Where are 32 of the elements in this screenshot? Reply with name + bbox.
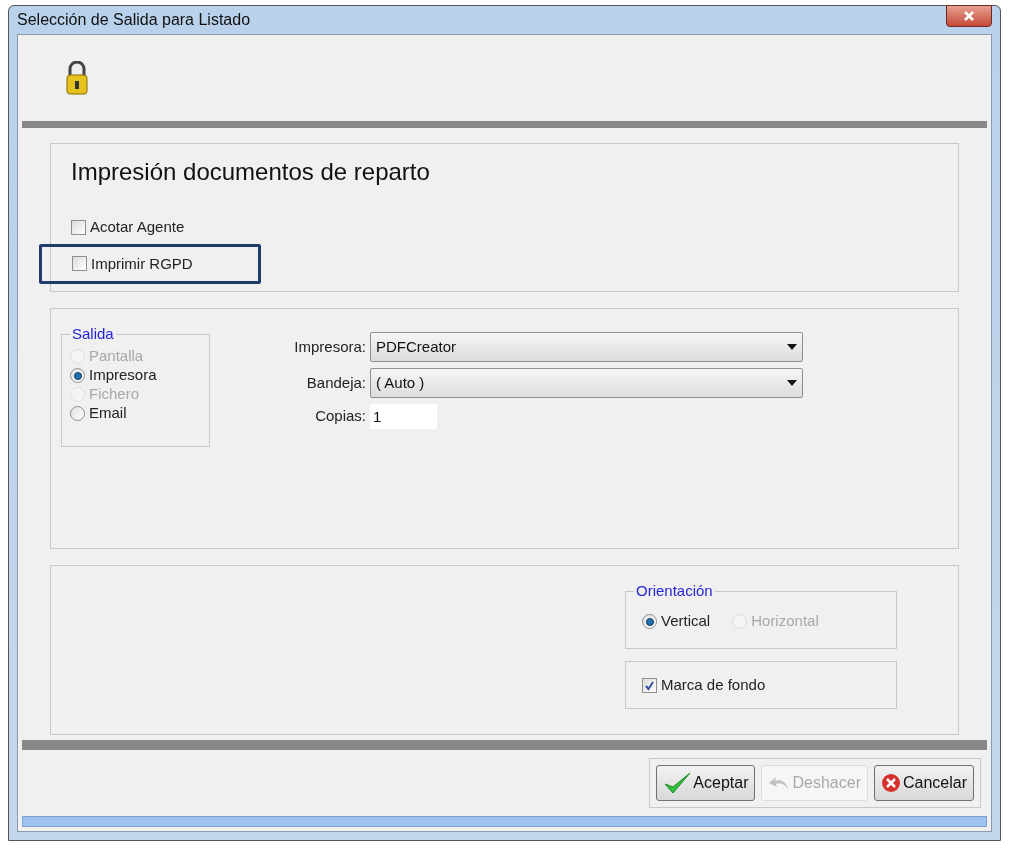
input-field[interactable]: 1	[370, 404, 437, 429]
radio-label: Horizontal	[751, 611, 819, 632]
checkbox[interactable]	[72, 256, 87, 272]
close-button[interactable]	[946, 5, 992, 27]
checkbox-label: Marca de fondo	[661, 674, 766, 695]
checkbox[interactable]	[71, 219, 86, 235]
field-label: Impresora:	[293, 336, 366, 357]
dialog-button[interactable]: Cancelar	[873, 765, 974, 801]
checkbox-label: Imprimir RGPD	[91, 253, 193, 274]
section-heading: Impresión documentos de reparto	[71, 157, 431, 187]
dropdown[interactable]: PDFCreator	[370, 332, 803, 362]
dropdown[interactable]: ( Auto )	[370, 368, 803, 398]
dropdown-arrow-icon	[787, 380, 797, 386]
radio-label: Email	[89, 403, 127, 424]
radio-label: Fichero	[89, 384, 140, 405]
radio-label: Vertical	[661, 611, 711, 632]
radio-label: Pantalla	[89, 346, 144, 367]
padlock-icon	[66, 61, 88, 95]
close-icon	[880, 773, 901, 793]
radio-button[interactable]	[70, 368, 85, 383]
radio-label: Impresora	[89, 365, 157, 386]
radio-button[interactable]	[70, 406, 85, 421]
field-label: Copias:	[314, 406, 366, 427]
checkmark-icon	[663, 771, 692, 795]
window-title: Selección de Salida para Listado	[17, 10, 251, 30]
field-label: Bandeja:	[305, 372, 366, 393]
checkbox[interactable]	[642, 677, 657, 693]
checkbox-label: Acotar Agente	[90, 217, 185, 237]
radio-button[interactable]	[642, 614, 657, 629]
dropdown-arrow-icon	[787, 344, 797, 350]
dialog-button[interactable]: Aceptar	[656, 765, 756, 801]
close-icon	[963, 10, 975, 22]
